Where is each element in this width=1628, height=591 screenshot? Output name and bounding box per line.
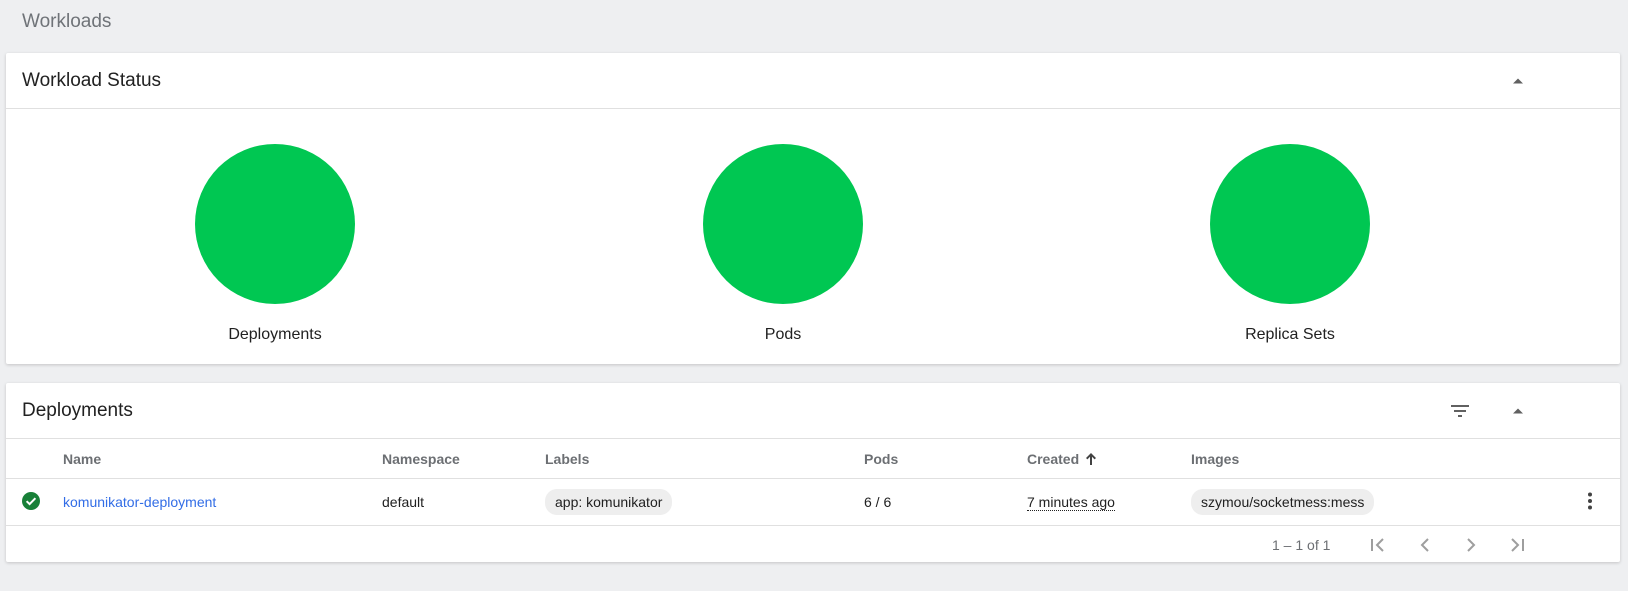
replica-sets-status-chart [1210,144,1370,304]
column-header-created-cell[interactable]: Created [1027,439,1191,479]
check-circle-icon [22,491,40,510]
table-header-row: Name Namespace Labels Pods Created Image… [6,439,1620,479]
status-label-deployments: Deployments [228,326,322,343]
collapse-workload-status-button[interactable] [1502,65,1534,97]
previous-page-button[interactable] [1411,531,1439,559]
workload-status-header: Workload Status [6,53,1620,109]
page-range-label: 1 – 1 of 1 [1272,537,1331,553]
collapse-deployments-button[interactable] [1502,395,1534,427]
column-header-created[interactable]: Created [1027,451,1079,467]
status-column-header [6,439,63,479]
status-pods[interactable]: Pods [683,144,883,344]
workload-status-title: Workload Status [22,69,162,91]
filter-button[interactable] [1444,395,1476,427]
caret-up-icon [1513,78,1523,84]
column-header-namespace[interactable]: Namespace [382,439,545,479]
pods-cell: 6 / 6 [864,478,1027,526]
status-deployments[interactable]: Deployments [175,144,375,344]
labels-cell: app: komunikator [545,478,864,526]
created-value[interactable]: 7 minutes ago [1027,494,1115,511]
label-chip: app: komunikator [545,489,673,515]
column-header-name[interactable]: Name [63,439,382,479]
deployments-table: Name Namespace Labels Pods Created Image… [6,439,1620,526]
arrow-up-icon [1086,452,1097,465]
status-cell [6,478,63,526]
actions-column-header [1560,439,1620,479]
filter-icon [1451,405,1469,417]
chevron-right-icon [1467,538,1476,552]
page-title: Workloads [22,11,112,32]
deployments-status-chart [195,144,355,304]
deployments-card: Deployments Name Namespace Labels Pods C… [6,383,1620,562]
column-header-images: Images [1191,439,1560,479]
deployments-title: Deployments [22,399,133,421]
image-chip: szymou/socketmess:mess [1191,489,1375,515]
deployment-name-link[interactable]: komunikator-deployment [63,494,216,510]
status-label-pods: Pods [764,326,802,343]
table-row[interactable]: komunikator-deployment default app: komu… [6,478,1620,526]
column-header-labels: Labels [545,439,864,479]
actions-cell [1560,478,1620,526]
last-page-button[interactable] [1503,531,1531,559]
workload-status-charts: Deployments Pods Replica Sets [6,109,1620,371]
name-cell: komunikator-deployment [63,478,382,526]
next-page-button[interactable] [1457,531,1485,559]
status-replica-sets[interactable]: Replica Sets [1190,144,1390,344]
namespace-cell: default [382,478,545,526]
pods-status-chart [703,144,863,304]
first-page-button[interactable] [1364,531,1392,559]
column-header-pods: Pods [864,439,1027,479]
caret-up-icon [1513,408,1523,414]
last-page-icon [1511,538,1524,552]
paginator: 1 – 1 of 1 [6,526,1620,564]
status-label-replica-sets: Replica Sets [1245,326,1335,343]
images-cell: szymou/socketmess:mess [1191,478,1560,526]
chevron-left-icon [1420,538,1429,552]
first-page-icon [1371,538,1384,552]
deployments-header: Deployments [6,383,1620,439]
workload-status-card: Workload Status Deployments Pods Replica… [6,53,1620,364]
created-cell: 7 minutes ago [1027,478,1191,526]
more-vert-icon[interactable] [1587,492,1593,510]
